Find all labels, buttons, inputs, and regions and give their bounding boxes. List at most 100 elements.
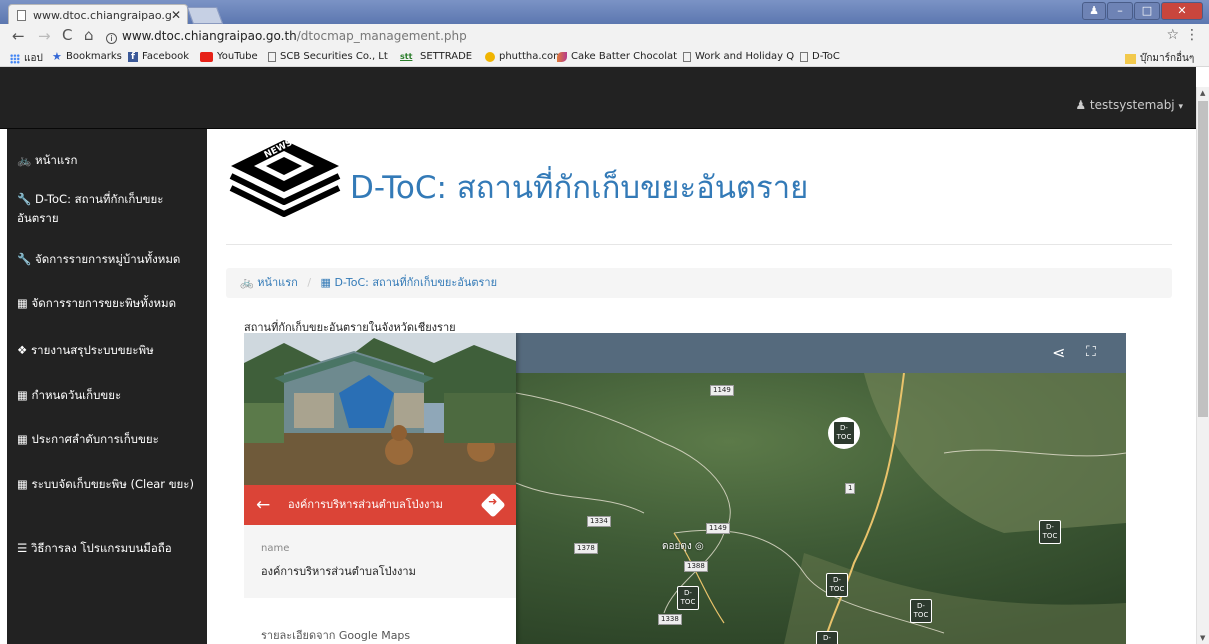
close-tab-icon[interactable]: ✕ [171,8,181,22]
dtoc-marker-icon[interactable]: D-TOC [910,599,932,623]
user-dropdown[interactable]: ♟ testsystemabj ▾ [1075,98,1183,112]
bookmark-other[interactable]: บุ๊กมาร์กอื่นๆ [1125,51,1194,66]
page-title: D-ToC: สถานที่กักเก็บขยะอันตราย [350,170,809,206]
field-label: name [261,543,290,554]
breadcrumb: 🚲 หน้าแรก / ▦ D-ToC: สถานที่กักเก็บขยะอั… [226,268,1172,298]
reload-icon[interactable]: C [62,26,72,44]
bookmark-star-icon[interactable]: ☆ [1166,27,1179,43]
dashboard-icon: 🚲 [240,276,254,289]
google-maps-details[interactable]: รายละเอียดจาก Google Maps [244,598,516,644]
bookmark-youtube[interactable]: YouTube [200,51,258,62]
back-icon[interactable]: ← [12,27,25,45]
fullscreen-icon[interactable]: ⛶ [1086,344,1096,360]
user-icon: ♟ [1075,98,1087,112]
bookmark-scb[interactable]: SCB Securities Co., Lt [268,51,388,62]
youtube-icon [200,51,213,62]
place-photo [244,333,516,485]
share-icon[interactable]: ⋖ [1052,343,1065,362]
road-label: 1338 [658,614,682,625]
wrench-icon: 🔧 [17,252,32,266]
dashboard-icon: 🚲 [17,153,32,167]
sidebar-item-villages[interactable]: 🔧 จัดการรายการหมู่บ้านทั้งหมด [17,250,197,269]
minimize-icon[interactable]: – [1107,2,1133,20]
bookmark-work-holiday[interactable]: Work and Holiday Q [683,51,794,62]
close-window-icon[interactable]: ✕ [1161,2,1203,20]
dtoc-marker-icon[interactable]: D-TOC [1039,520,1061,544]
folder-icon [1125,53,1136,64]
table-icon: ▦ [17,432,28,446]
window-controls: ♟ – □ ✕ [1082,2,1203,20]
forward-icon[interactable]: → [38,27,51,45]
place-header: ← องค์การบริหารส่วนตำบลโป่งงาม ➜ [244,485,516,525]
sidebar-item-dtoc[interactable]: 🔧 D-ToC: สถานที่กักเก็บขยะอันตราย [17,190,197,228]
place-title: องค์การบริหารส่วนตำบลโป่งงาม [288,498,443,511]
scrollbar-thumb[interactable] [1198,101,1208,417]
maximize-icon[interactable]: □ [1134,2,1160,20]
page-icon [268,51,276,62]
cubes-icon: ❖ [17,343,28,357]
address-bar[interactable]: i www.dtoc.chiangraipao.go.th/dtocmap_man… [106,27,1186,46]
info-icon: i [106,33,117,44]
sidebar-item-mobile[interactable]: ☰ วิธีการลง โปรแกรมบนมือถือ [17,539,197,558]
road-label: 1388 [684,561,708,572]
sidebar-item-home[interactable]: 🚲 หน้าแรก [17,151,197,170]
scroll-up-icon[interactable]: ▲ [1200,89,1205,97]
table-icon: ▦ [17,477,28,491]
list-icon: ☰ [17,541,28,555]
breadcrumb-home[interactable]: หน้าแรก [257,276,298,289]
bookmark-settrade[interactable]: stt SETTRADE [400,51,472,62]
dtoc-marker-icon[interactable]: D-TOC [677,586,699,610]
back-arrow-icon[interactable]: ← [256,485,270,525]
sidebar-item-report[interactable]: ❖ รายงานสรุประบบขยะพิษ [17,341,197,360]
dtoc-marker-icon[interactable]: D-TOC [816,631,838,644]
divider [226,244,1172,245]
road-label: 1334 [587,516,611,527]
table-icon: ▦ [17,388,28,402]
embedded-map[interactable]: ⋖ ⛶ D-TOC D-TOC D-TOC D-TOC D-TOC D-TOC … [244,333,1126,644]
sidebar-item-toxic-waste[interactable]: ▦ จัดการรายการขยะพิษทั้งหมด [17,294,197,313]
table-icon: ▦ [17,296,28,310]
cake-icon [557,51,567,62]
road-label: 1378 [574,543,598,554]
sidebar-item-clear[interactable]: ▦ ระบบจัดเก็บขยะพิษ (Clear ขยะ) [17,475,197,494]
sidebar-item-schedule[interactable]: ▦ กำหนดวันเก็บขยะ [17,386,197,405]
bookmark-phuttha[interactable]: phuttha.com [485,51,563,62]
bookmark-dtoc[interactable]: D-ToC [800,51,840,62]
directions-icon[interactable]: ➜ [480,492,506,518]
road-label: 1149 [706,523,730,534]
home-icon[interactable]: ⌂ [84,26,94,44]
sidebar: 🚲 หน้าแรก 🔧 D-ToC: สถานที่กักเก็บขยะอันต… [7,129,207,644]
details-label[interactable]: รายละเอียดจาก Google Maps [261,626,410,644]
bookmark-apps[interactable]: แอป [10,51,43,66]
bookmark-facebook[interactable]: f Facebook [128,51,189,62]
page-icon [800,51,808,62]
breadcrumb-current[interactable]: D-ToC: สถานที่กักเก็บขยะอันตราย [334,276,497,289]
sidebar-item-announcement[interactable]: ▦ ประกาศลำดับการเก็บขยะ [17,430,197,449]
town-label: ดอยตุง ◎ [662,541,704,552]
name-field: name องค์การบริหารส่วนตำบลโป่งงาม [244,525,516,598]
bookmark-bookmarks[interactable]: ★ Bookmarks [52,51,122,63]
browser-menu-icon[interactable]: ⋮ [1185,27,1199,43]
phuttha-icon [485,51,495,62]
apps-icon [10,53,20,64]
facebook-icon: f [128,51,138,62]
settrade-icon: stt [400,51,413,61]
table-icon: ▦ [320,276,331,289]
user-name: testsystemabj [1089,98,1175,112]
dtoc-marker-icon: D-TOC [833,421,855,445]
caret-down-icon: ▾ [1178,102,1183,112]
field-value: องค์การบริหารส่วนตำบลโป่งงาม [261,565,416,578]
road-label: 1149 [710,385,734,396]
browser-tab[interactable]: www.dtoc.chiangraipao.g ✕ [8,4,188,26]
bookmark-cake[interactable]: Cake Batter Chocolat [557,51,677,62]
page-icon [17,10,26,21]
wrench-icon: 🔧 [17,192,32,206]
landmark-icon: ◎ [694,541,704,552]
tab-title: www.dtoc.chiangraipao.g [33,9,172,22]
dtoc-marker-icon[interactable]: D-TOC [826,573,848,597]
user-profile-icon[interactable]: ♟ [1082,2,1106,20]
new-tab-button[interactable] [186,7,224,24]
selected-marker[interactable]: D-TOC [828,417,860,449]
top-navbar [0,67,1196,129]
scroll-down-icon[interactable]: ▼ [1200,634,1205,642]
